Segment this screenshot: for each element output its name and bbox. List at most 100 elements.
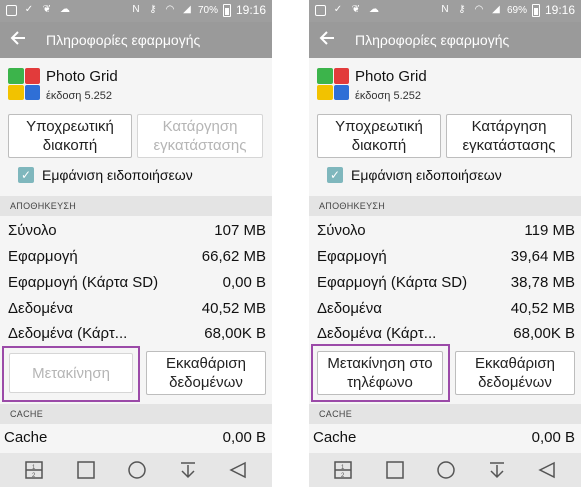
battery-percent: 69% — [506, 4, 527, 16]
clock: 19:16 — [544, 3, 575, 17]
status-bar: ✓ ❦ ☁ N ⚷ ◠ ◢ 69% 19:16 — [309, 0, 581, 22]
battery-percent: 70% — [197, 4, 218, 16]
status-bar: ✓ ❦ ☁ N ⚷ ◠ ◢ 70% 19:16 — [0, 0, 272, 22]
move-button-highlight — [2, 346, 140, 402]
app-header: Photo Grid έκδοση 5.252 — [0, 58, 272, 108]
square-icon[interactable] — [383, 458, 407, 482]
nfc-icon: N — [441, 4, 449, 15]
storage-row-value: 66,62 MB — [197, 248, 266, 265]
page-title: Πληροφορίες εφαρμογής — [46, 32, 201, 48]
storage-row: Σύνολο 107 MB — [8, 219, 266, 243]
battery-icon — [531, 3, 540, 17]
storage-row-value: 40,52 MB — [197, 300, 266, 317]
navigation-bar: 12 — [0, 453, 272, 487]
cache-value: 0,00 B — [218, 429, 266, 446]
app-name: Photo Grid — [355, 68, 427, 85]
triangle-back-icon[interactable] — [226, 458, 250, 482]
signal-icon: ◢ — [183, 4, 191, 15]
storage-row-label: Δεδομένα (Κάρτ... — [8, 325, 128, 342]
cache-value: 0,00 B — [527, 429, 575, 446]
arrow-left-icon[interactable] — [10, 30, 26, 49]
photo-grid-app-icon — [8, 68, 40, 100]
wifi-icon: ◠ — [165, 4, 175, 15]
storage-row: Εφαρμογή (Κάρτα SD) 0,00 B — [8, 271, 266, 295]
navigation-bar: 12 — [309, 453, 581, 487]
cache-section-header: CACHE — [0, 404, 272, 424]
cache-section-header: CACHE — [309, 404, 581, 424]
triangle-back-icon[interactable] — [535, 458, 559, 482]
key-icon: ⚷ — [149, 4, 157, 15]
dual-window-icon[interactable]: 12 — [22, 458, 46, 482]
notification-square-icon — [315, 4, 326, 16]
storage-row-value: 107 MB — [210, 222, 266, 239]
phone-screen-right: ✓ ❦ ☁ N ⚷ ◠ ◢ 69% 19:16 Πληροφορίες εφαρ… — [309, 0, 581, 487]
key-icon: ⚷ — [458, 4, 466, 15]
storage-row-value: 0,00 B — [218, 274, 266, 291]
uninstall-button[interactable]: Κατάργηση εγκατάστασης — [137, 114, 263, 158]
storage-row-label: Δεδομένα — [8, 300, 73, 317]
notification-cloud-icon: ☁ — [60, 4, 70, 15]
cache-label: Cache — [313, 429, 357, 446]
storage-row-label: Εφαρμογή — [317, 248, 387, 265]
cache-label: Cache — [4, 429, 48, 446]
uninstall-button[interactable]: Κατάργηση εγκατάστασης — [446, 114, 572, 158]
force-stop-button[interactable]: Υποχρεωτική διακοπή — [317, 114, 441, 158]
storage-row-value: 68,00K B — [200, 325, 266, 342]
storage-row-label: Εφαρμογή (Κάρτα SD) — [317, 274, 468, 291]
arrow-left-icon[interactable] — [319, 30, 335, 49]
clear-data-button[interactable]: Εκκαθάριση δεδομένων — [146, 351, 266, 395]
notification-cloud-icon: ☁ — [369, 4, 379, 15]
square-icon[interactable] — [74, 458, 98, 482]
storage-section-header: ΑΠΟΘΗΚΕΥΣΗ — [309, 196, 581, 216]
storage-row-label: Εφαρμογή — [8, 248, 78, 265]
force-stop-button[interactable]: Υποχρεωτική διακοπή — [8, 114, 132, 158]
checkbox-checked-icon[interactable]: ✓ — [18, 167, 34, 183]
wifi-icon: ◠ — [474, 4, 484, 15]
move-to-phone-highlight — [311, 344, 450, 402]
clear-data-button[interactable]: Εκκαθάριση δεδομένων — [455, 351, 575, 395]
circle-icon[interactable] — [434, 458, 458, 482]
cache-row: Cache 0,00 B — [313, 426, 575, 450]
show-notifications-label: Εμφάνιση ειδοποιήσεων — [42, 167, 193, 183]
storage-row-label: Δεδομένα (Κάρτ... — [317, 325, 437, 342]
notification-leaf-icon: ❦ — [42, 4, 52, 15]
storage-row: Δεδομένα (Κάρτ... 68,00K B — [8, 322, 266, 346]
storage-row-label: Σύνολο — [8, 222, 57, 239]
photo-grid-app-icon — [317, 68, 349, 100]
download-icon[interactable] — [485, 458, 509, 482]
storage-row-value: 119 MB — [520, 222, 575, 239]
storage-row: Εφαρμογή 66,62 MB — [8, 245, 266, 269]
show-notifications-row[interactable]: ✓ Εμφάνιση ειδοποιήσεων — [327, 164, 502, 186]
show-notifications-row[interactable]: ✓ Εμφάνιση ειδοποιήσεων — [18, 164, 193, 186]
storage-row-label: Σύνολο — [317, 222, 366, 239]
app-bar: Πληροφορίες εφαρμογής — [0, 22, 272, 58]
dual-window-icon[interactable]: 12 — [331, 458, 355, 482]
checkbox-checked-icon[interactable]: ✓ — [327, 167, 343, 183]
storage-row-value: 38,78 MB — [506, 274, 575, 291]
app-version: έκδοση 5.252 — [355, 90, 421, 102]
storage-section-header: ΑΠΟΘΗΚΕΥΣΗ — [0, 196, 272, 216]
storage-row: Δεδομένα 40,52 MB — [317, 297, 575, 321]
notification-v-icon: ✓ — [24, 4, 34, 15]
clock: 19:16 — [235, 3, 266, 17]
circle-icon[interactable] — [125, 458, 149, 482]
app-header: Photo Grid έκδοση 5.252 — [309, 58, 581, 108]
notification-square-icon — [6, 4, 17, 16]
signal-icon: ◢ — [492, 4, 500, 15]
show-notifications-label: Εμφάνιση ειδοποιήσεων — [351, 167, 502, 183]
storage-row-value: 40,52 MB — [506, 300, 575, 317]
storage-row: Δεδομένα 40,52 MB — [8, 297, 266, 321]
divider — [272, 0, 309, 487]
page-title: Πληροφορίες εφαρμογής — [355, 32, 510, 48]
storage-row: Εφαρμογή 39,64 MB — [317, 245, 575, 269]
battery-icon — [222, 3, 231, 17]
storage-row-label: Εφαρμογή (Κάρτα SD) — [8, 274, 159, 291]
app-name: Photo Grid — [46, 68, 118, 85]
download-icon[interactable] — [176, 458, 200, 482]
notification-leaf-icon: ❦ — [351, 4, 361, 15]
app-version: έκδοση 5.252 — [46, 90, 112, 102]
storage-row: Σύνολο 119 MB — [317, 219, 575, 243]
storage-row-label: Δεδομένα — [317, 300, 382, 317]
app-bar: Πληροφορίες εφαρμογής — [309, 22, 581, 58]
storage-row: Εφαρμογή (Κάρτα SD) 38,78 MB — [317, 271, 575, 295]
